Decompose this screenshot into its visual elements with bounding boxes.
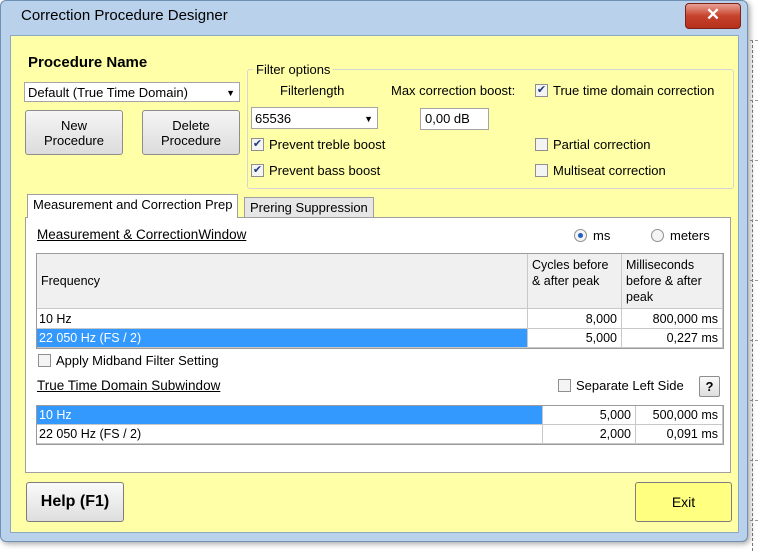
checkmark-icon: ✔ (251, 138, 264, 151)
table-cell-cycles[interactable]: 5,000 (543, 406, 636, 425)
column-header: Milliseconds before & after peak (622, 254, 723, 309)
true-time-domain-checkbox[interactable]: ✔ True time domain correction (535, 83, 714, 98)
tab-label: Prering Suppression (250, 200, 368, 215)
subwindow-table: 10 Hz 5,000 500,000 ms 22 050 Hz (FS / 2… (36, 405, 724, 445)
table-cell-ms[interactable]: 0,227 ms (622, 329, 723, 348)
filterlength-label: Filterlength (280, 83, 345, 98)
window-title: Correction Procedure Designer (21, 7, 228, 24)
new-procedure-button[interactable]: New Procedure (25, 110, 123, 155)
column-header: Cycles before & after peak (528, 254, 622, 309)
measurement-table: Frequency Cycles before & after peak Mil… (36, 253, 724, 349)
checkbox-empty-icon (535, 164, 548, 177)
true-time-domain-label: True time domain correction (553, 83, 715, 98)
unit-ms-label: ms (593, 228, 611, 243)
delete-procedure-label: Delete Procedure (161, 117, 221, 148)
question-icon: ? (705, 379, 714, 394)
max-boost-value: 0,00 dB (425, 111, 470, 126)
multiseat-correction-checkbox[interactable]: Multiseat correction (535, 163, 666, 178)
midband-filter-label: Apply Midband Filter Setting (56, 353, 219, 368)
table-cell-ms[interactable]: 500,000 ms (636, 406, 723, 425)
delete-procedure-button[interactable]: Delete Procedure (142, 110, 240, 155)
tab-panel: Measurement & CorrectionWindow ms meters… (25, 217, 731, 473)
partial-correction-label: Partial correction (553, 137, 651, 152)
table-cell-ms[interactable]: 800,000 ms (622, 309, 723, 329)
unit-meters-radio[interactable]: meters (651, 228, 710, 243)
midband-filter-checkbox[interactable]: Apply Midband Filter Setting (38, 353, 219, 368)
close-button[interactable]: ✕ (685, 3, 741, 29)
table-cell-cycles[interactable]: 5,000 (528, 329, 622, 348)
prevent-treble-label: Prevent treble boost (269, 137, 386, 152)
title-bar[interactable]: Correction Procedure Designer ✕ (1, 1, 747, 31)
table-cell-frequency[interactable]: 10 Hz (37, 309, 528, 329)
table-cell-ms[interactable]: 0,091 ms (636, 425, 723, 444)
tab-measurement-prep[interactable]: Measurement and Correction Prep (27, 194, 239, 218)
tab-prering-suppression[interactable]: Prering Suppression (244, 197, 374, 217)
dialog-client-area: Procedure Name Default (True Time Domain… (10, 35, 739, 533)
checkbox-empty-icon (38, 354, 51, 367)
prevent-treble-checkbox[interactable]: ✔ Prevent treble boost (251, 137, 385, 152)
new-procedure-label: New Procedure (44, 117, 104, 148)
exit-button[interactable]: Exit (635, 482, 732, 522)
table-cell-cycles[interactable]: 2,000 (543, 425, 636, 444)
column-header: Frequency (37, 254, 528, 309)
prevent-bass-label: Prevent bass boost (269, 163, 381, 178)
checkmark-icon: ✔ (251, 164, 264, 177)
radio-selected-icon (574, 229, 587, 242)
dialog-window: Correction Procedure Designer ✕ Procedur… (0, 0, 748, 542)
procedure-select[interactable]: Default (True Time Domain) ▼ (24, 82, 240, 102)
partial-correction-checkbox[interactable]: Partial correction (535, 137, 651, 152)
prevent-bass-checkbox[interactable]: ✔ Prevent bass boost (251, 163, 380, 178)
tab-label: Measurement and Correction Prep (33, 197, 233, 212)
procedure-name-label: Procedure Name (28, 54, 148, 71)
chevron-down-icon: ▼ (226, 88, 235, 98)
table-cell-frequency[interactable]: 10 Hz (37, 406, 543, 425)
chevron-down-icon: ▼ (364, 114, 373, 124)
checkbox-empty-icon (558, 379, 571, 392)
checkbox-empty-icon (535, 138, 548, 151)
radio-unselected-icon (651, 229, 664, 242)
table-cell-frequency[interactable]: 22 050 Hz (FS / 2) (37, 329, 528, 348)
help-button[interactable]: Help (F1) (26, 482, 124, 522)
unit-ms-radio[interactable]: ms (574, 228, 610, 243)
filterlength-select[interactable]: 65536 ▼ (251, 107, 378, 129)
unit-meters-label: meters (670, 228, 710, 243)
checkmark-icon: ✔ (535, 84, 548, 97)
max-boost-label: Max correction boost: (391, 83, 516, 98)
subwindow-title: True Time Domain Subwindow (37, 378, 221, 393)
separate-left-checkbox[interactable]: Separate Left Side (558, 378, 684, 393)
measurement-window-title: Measurement & CorrectionWindow (37, 227, 247, 242)
filterlength-value: 65536 (255, 111, 292, 126)
multiseat-correction-label: Multiseat correction (553, 163, 666, 178)
close-icon: ✕ (705, 5, 721, 24)
table-cell-frequency[interactable]: 22 050 Hz (FS / 2) (37, 425, 543, 444)
filter-options-legend: Filter options (253, 62, 334, 77)
help-button-label: Help (F1) (40, 493, 110, 510)
table-cell-cycles[interactable]: 8,000 (528, 309, 622, 329)
max-boost-field[interactable]: 0,00 dB (420, 108, 489, 130)
exit-button-label: Exit (671, 494, 696, 510)
procedure-select-value: Default (True Time Domain) (28, 85, 188, 100)
subwindow-help-button[interactable]: ? (699, 376, 720, 397)
separate-left-label: Separate Left Side (576, 378, 684, 393)
